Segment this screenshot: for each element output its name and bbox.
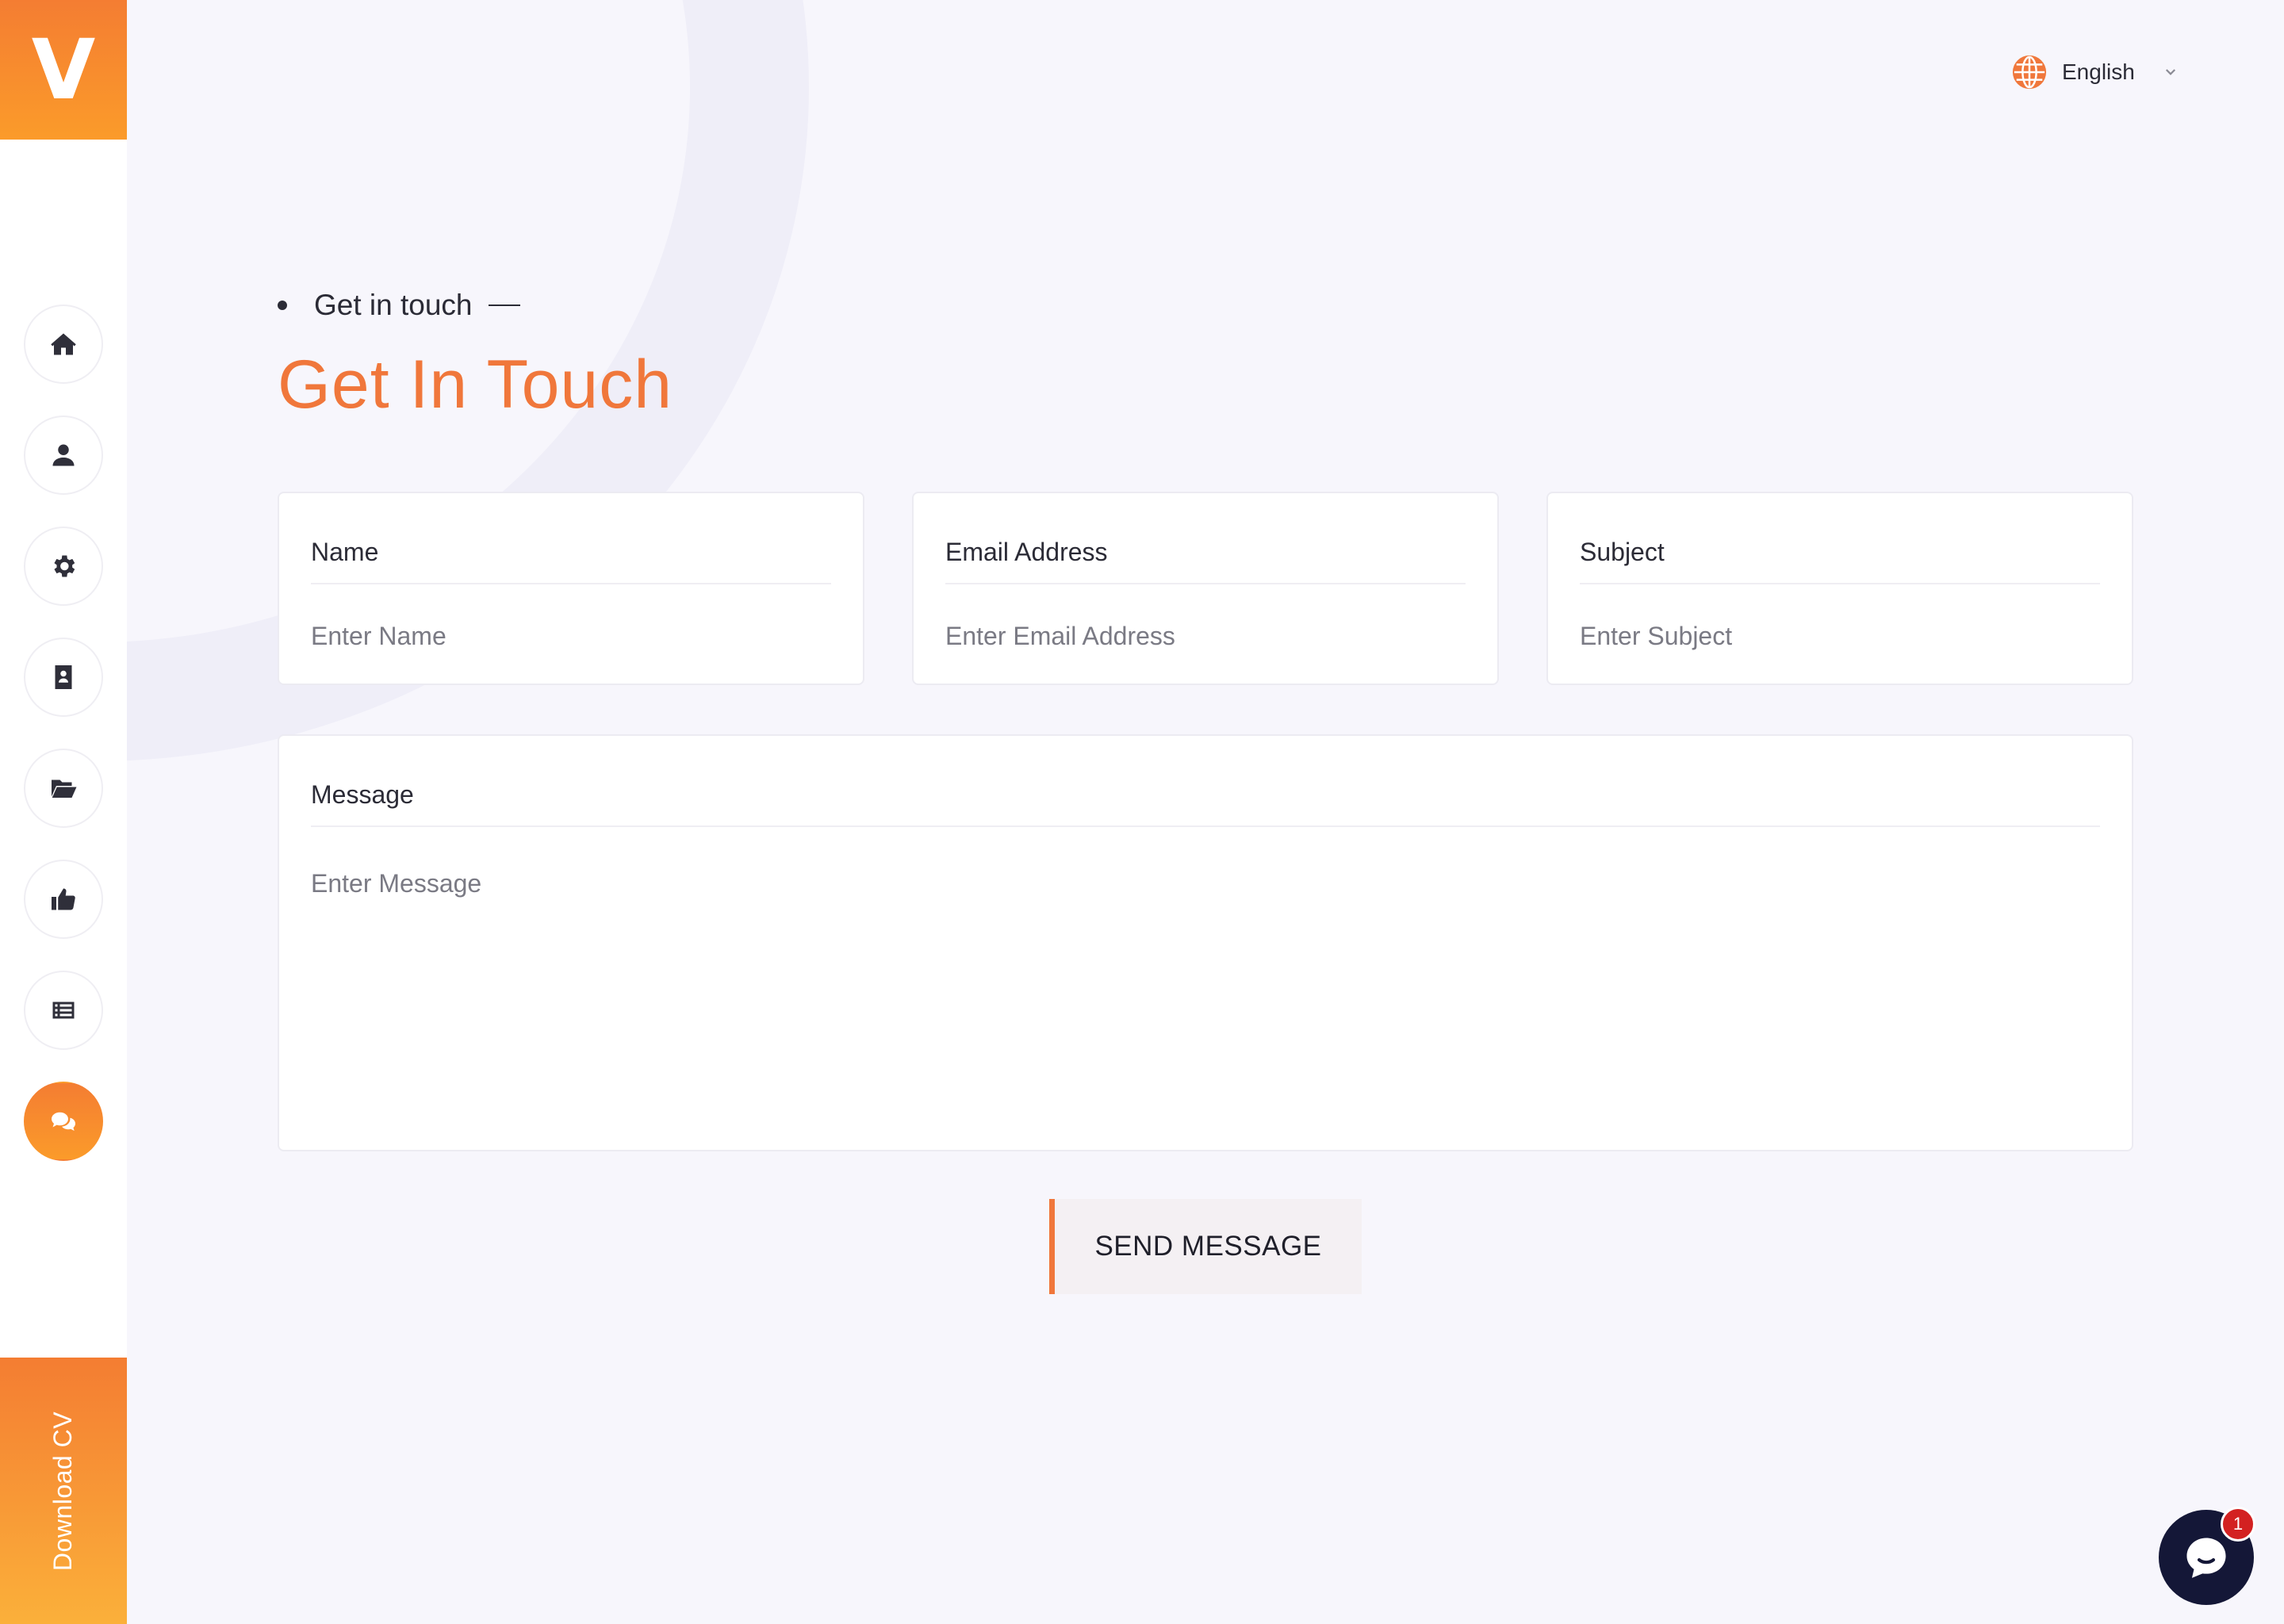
- name-label: Name: [311, 538, 379, 566]
- message-label: Message: [311, 780, 414, 809]
- sidebar-item-blog[interactable]: [24, 971, 103, 1050]
- thumbs-up-icon: [52, 888, 75, 910]
- user-icon: [52, 444, 75, 466]
- section-eyebrow: Get in touch: [278, 289, 520, 322]
- name-divider: [311, 583, 831, 584]
- eyebrow-dash: [488, 304, 520, 306]
- unread-badge: 1: [2221, 1507, 2255, 1542]
- message-card: Message: [278, 734, 2133, 1151]
- globe-icon: [2012, 55, 2047, 90]
- message-divider: [311, 825, 2100, 827]
- sidebar-item-testimonials[interactable]: [24, 860, 103, 939]
- chat-bubble-icon: [2186, 1538, 2226, 1578]
- name-input[interactable]: [311, 604, 831, 668]
- subject-card: Subject: [1546, 492, 2133, 685]
- chevron-down-icon: [2165, 69, 2175, 75]
- email-label: Email Address: [945, 538, 1108, 566]
- message-textarea[interactable]: [311, 847, 2100, 1148]
- language-label: English: [2062, 59, 2135, 84]
- folder-open-icon: [52, 779, 77, 798]
- download-cv-button[interactable]: Download CV: [0, 1358, 127, 1624]
- email-input[interactable]: [945, 604, 1466, 668]
- email-card: Email Address: [912, 492, 1499, 685]
- email-divider: [945, 583, 1466, 584]
- sidebar-item-contact[interactable]: [24, 1082, 103, 1161]
- sidebar-item-services[interactable]: [24, 527, 103, 606]
- bullet-dot: [278, 301, 287, 310]
- sidebar-item-resume[interactable]: [24, 638, 103, 717]
- sidebar-item-about[interactable]: [24, 416, 103, 495]
- subject-divider: [1580, 583, 2100, 584]
- sidebar: V Download CV: [0, 0, 127, 1624]
- name-card: Name: [278, 492, 864, 685]
- news-list-icon: [52, 1002, 75, 1019]
- send-message-button[interactable]: SEND MESSAGE: [1049, 1199, 1362, 1294]
- gear-icon: [54, 555, 75, 577]
- home-icon: [51, 333, 76, 355]
- page-title: Get In Touch: [278, 347, 673, 423]
- subject-input[interactable]: [1580, 604, 2100, 668]
- sidebar-item-portfolio[interactable]: [24, 749, 103, 828]
- eyebrow-text: Get in touch: [314, 289, 473, 321]
- download-cv-label: Download CV: [48, 1411, 78, 1571]
- logo-letter: V: [31, 21, 96, 118]
- logo[interactable]: V: [0, 0, 127, 140]
- subject-label: Subject: [1580, 538, 1665, 566]
- contact-card-icon: [55, 665, 72, 689]
- language-selector[interactable]: English: [2011, 52, 2178, 92]
- sidebar-item-home[interactable]: [24, 304, 103, 384]
- chat-icon: [52, 1112, 75, 1131]
